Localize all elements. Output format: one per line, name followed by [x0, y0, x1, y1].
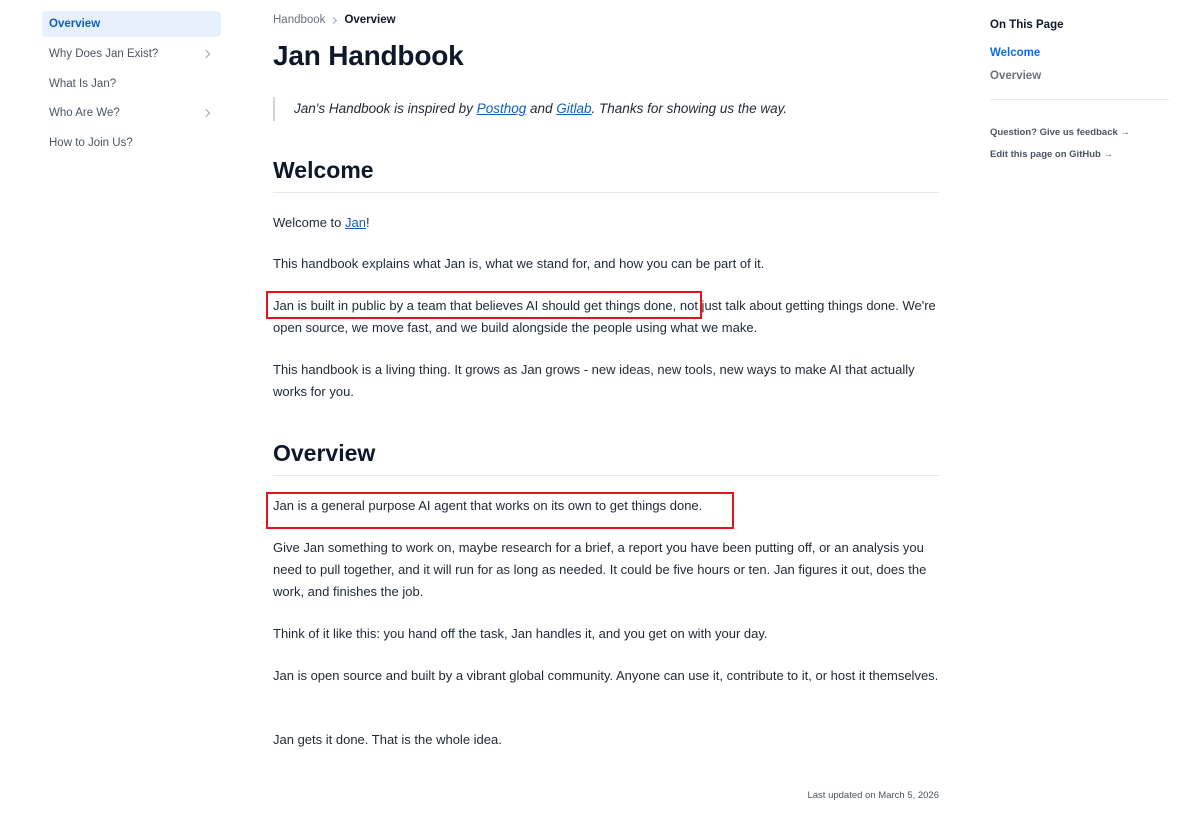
- breadcrumb: Handbook Overview: [273, 14, 396, 26]
- page-title: Jan Handbook: [273, 40, 464, 71]
- toc-divider: [990, 99, 1169, 100]
- welcome-paragraph: This handbook explains what Jan is, what…: [273, 256, 765, 271]
- chevron-right-icon: [201, 49, 211, 59]
- sidebar-item-who-are-we[interactable]: Who Are We?: [42, 100, 221, 126]
- welcome-paragraph: Welcome to Jan!: [273, 212, 939, 234]
- sidebar-item-why-does-jan-exist[interactable]: Why Does Jan Exist?: [42, 41, 221, 67]
- breadcrumb-current: Overview: [344, 14, 396, 26]
- welcome-heading: Welcome: [273, 157, 939, 193]
- toc-item-welcome[interactable]: Welcome: [990, 47, 1169, 59]
- jan-link[interactable]: Jan: [345, 215, 366, 230]
- overview-paragraph: Jan is a general purpose AI agent that w…: [273, 498, 703, 513]
- quote-text: and: [526, 101, 557, 116]
- page: Overview Why Does Jan Exist? What Is Jan…: [0, 0, 1183, 816]
- toc-item-overview[interactable]: Overview: [990, 70, 1169, 82]
- breadcrumb-link-handbook[interactable]: Handbook: [273, 14, 325, 26]
- paragraph-text: !: [365, 215, 370, 230]
- welcome-paragraph: Jan is built in public by a team that be…: [273, 298, 936, 335]
- sidebar-item-label: Who Are We?: [49, 107, 120, 120]
- overview-paragraph: Jan is open source and built by a vibran…: [273, 668, 939, 683]
- table-of-contents: On This Page Welcome Overview Question? …: [990, 19, 1169, 171]
- paragraph-text: Welcome to: [273, 215, 346, 230]
- edit-on-github-link[interactable]: Edit this page on GitHub →: [990, 149, 1169, 160]
- quote-text: Jan's Handbook is inspired by: [294, 101, 477, 116]
- sidebar-item-label: What Is Jan?: [49, 77, 117, 90]
- last-updated: Last updated on March 5, 2026: [807, 790, 939, 801]
- quote-text: . Thanks for showing us the way.: [591, 101, 788, 116]
- chevron-right-icon: [330, 16, 338, 24]
- posthog-link[interactable]: Posthog: [477, 101, 527, 116]
- sidebar-item-overview[interactable]: Overview: [42, 11, 221, 37]
- gitlab-link[interactable]: Gitlab: [556, 101, 591, 116]
- sidebar-item-label: Why Does Jan Exist?: [49, 48, 159, 60]
- toc-title: On This Page: [990, 19, 1064, 31]
- sidebar-item-label: Overview: [49, 18, 101, 30]
- overview-paragraph: Jan gets it done. That is the whole idea…: [273, 732, 502, 747]
- chevron-right-icon: [201, 108, 211, 118]
- welcome-paragraph: This handbook is a living thing. It grow…: [273, 362, 915, 399]
- feedback-link[interactable]: Question? Give us feedback →: [990, 127, 1169, 138]
- intro-quote: Jan's Handbook is inspired by Posthog an…: [273, 97, 787, 121]
- overview-paragraph: Give Jan something to work on, maybe res…: [273, 540, 927, 599]
- sidebar-item-how-to-join-us[interactable]: How to Join Us?: [42, 130, 221, 156]
- sidebar-item-label: How to Join Us?: [49, 136, 133, 149]
- overview-heading: Overview: [273, 440, 939, 476]
- sidebar-item-what-is-jan[interactable]: What Is Jan?: [42, 71, 221, 97]
- overview-paragraph: Think of it like this: you hand off the …: [273, 626, 768, 641]
- sidebar-nav: Overview Why Does Jan Exist? What Is Jan…: [42, 11, 221, 159]
